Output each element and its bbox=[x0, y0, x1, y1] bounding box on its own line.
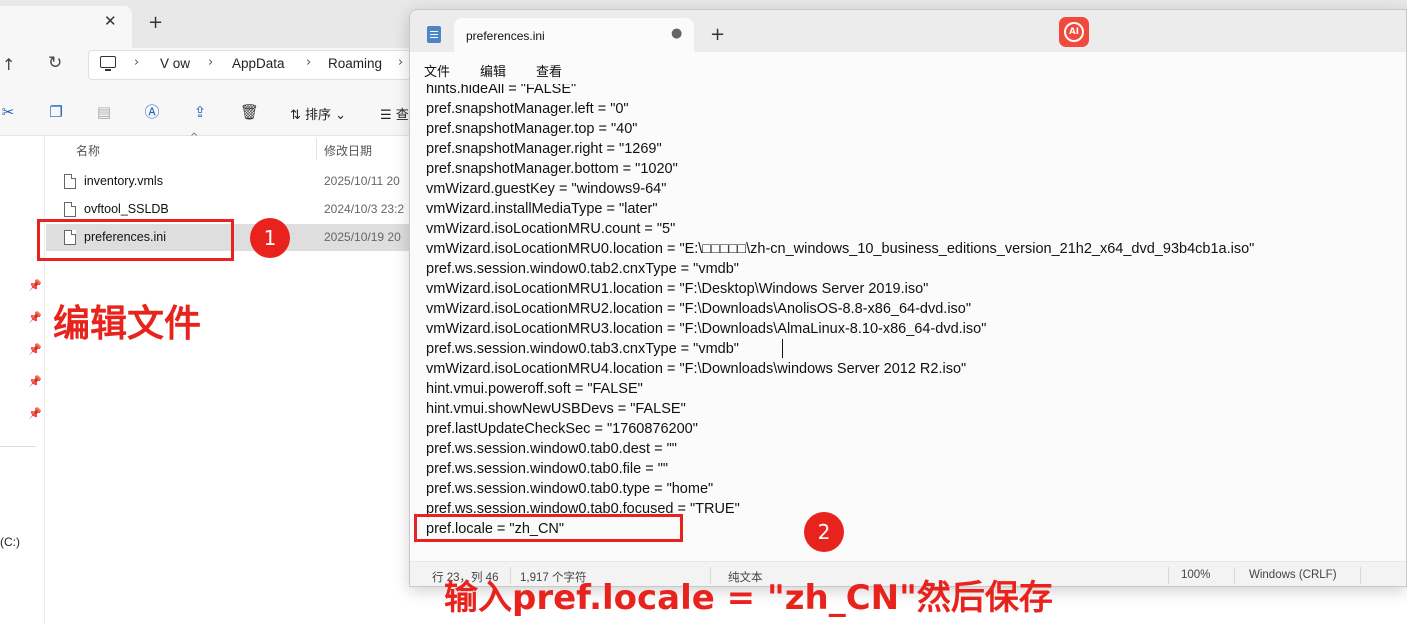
notepad-tab[interactable]: preferences.ini ● bbox=[454, 18, 694, 52]
file-icon bbox=[64, 174, 76, 189]
status-divider bbox=[1234, 567, 1235, 584]
rename-icon[interactable]: Ⓐ bbox=[144, 104, 160, 120]
text-line: hint.vmui.poweroff.soft = "FALSE" bbox=[426, 381, 643, 397]
status-zoom[interactable]: 100% bbox=[1181, 569, 1210, 581]
ai-assistant-icon[interactable]: AI bbox=[1059, 17, 1089, 47]
pin-icon[interactable]: 📌 bbox=[28, 407, 42, 420]
breadcrumb-roaming[interactable]: Roaming bbox=[328, 56, 382, 71]
menu-view[interactable]: 查看 bbox=[536, 61, 562, 80]
delete-icon[interactable]: 🗑 bbox=[240, 104, 259, 120]
text-line: hints.hideAll = "FALSE" bbox=[426, 84, 577, 97]
menu-file[interactable]: 文件 bbox=[424, 61, 450, 80]
text-line: vmWizard.isoLocationMRU4.location = "F:\… bbox=[426, 361, 967, 377]
file-date: 2025/10/19 20 bbox=[324, 230, 401, 244]
up-arrow-icon[interactable]: ↑ bbox=[2, 55, 15, 74]
column-header-modified[interactable]: 修改日期 bbox=[324, 142, 372, 170]
file-row[interactable]: inventory.vmls 2025/10/11 20 bbox=[46, 168, 410, 195]
chevron-right-icon: › bbox=[134, 55, 140, 70]
pin-icon[interactable]: 📌 bbox=[28, 311, 42, 324]
step-badge-2: 2 bbox=[804, 512, 844, 552]
computer-icon bbox=[100, 56, 116, 71]
refresh-icon[interactable]: ↻ bbox=[48, 53, 62, 73]
text-line: vmWizard.isoLocationMRU2.location = "F:\… bbox=[426, 301, 972, 317]
view-icon: ☰ bbox=[380, 108, 396, 123]
chevron-right-icon: › bbox=[306, 55, 312, 70]
chevron-right-icon: › bbox=[208, 55, 214, 70]
status-line-ending: Windows (CRLF) bbox=[1249, 569, 1337, 581]
status-divider bbox=[1168, 567, 1169, 584]
copy-icon[interactable]: ❐ bbox=[48, 104, 64, 120]
text-line: pref.snapshotManager.bottom = "1020" bbox=[426, 161, 678, 177]
text-line: hint.vmui.showNewUSBDevs = "FALSE" bbox=[426, 401, 686, 417]
sort-label: 排序 bbox=[305, 108, 332, 123]
step-badge-1: 1 bbox=[250, 218, 290, 258]
screenshot-root: ✕ + ↑ ↻ › V ow › AppData › Roaming › ✂ ❐… bbox=[0, 0, 1407, 624]
sort-button[interactable]: ⇅ 排序 ⌄ bbox=[290, 104, 346, 123]
view-label: 查 bbox=[395, 108, 409, 123]
file-date: 2025/10/11 20 bbox=[324, 174, 400, 188]
breadcrumb-user[interactable]: V ow bbox=[160, 56, 190, 71]
text-editor[interactable]: hints.hideAll = "FALSE" pref.snapshotMan… bbox=[410, 84, 1406, 560]
text-caret bbox=[782, 339, 783, 358]
text-line: vmWizard.isoLocationMRU3.location = "F:\… bbox=[426, 321, 987, 337]
text-line: pref.ws.session.window0.tab0.dest = "" bbox=[426, 441, 677, 457]
pin-icon[interactable]: 📌 bbox=[28, 343, 42, 356]
menu-edit[interactable]: 编辑 bbox=[480, 61, 506, 80]
menu-bar: 文件 编辑 查看 bbox=[410, 52, 1406, 84]
instruction-label: 输入pref.locale = "zh_CN"然后保存 bbox=[444, 578, 1053, 618]
column-divider[interactable] bbox=[316, 138, 317, 160]
text-line: vmWizard.guestKey = "windows9-64" bbox=[426, 181, 667, 197]
chevron-right-icon: › bbox=[398, 55, 404, 70]
column-header-name[interactable]: 名称 bbox=[76, 142, 100, 170]
notepad-tab-title: preferences.ini bbox=[466, 29, 545, 43]
sort-up-icon: ^ bbox=[190, 132, 199, 143]
drive-c-label[interactable]: (C:) bbox=[0, 535, 20, 549]
text-line: vmWizard.isoLocationMRU.count = "5" bbox=[426, 221, 676, 237]
text-line: pref.snapshotManager.left = "0" bbox=[426, 101, 629, 117]
pin-icon[interactable]: 📌 bbox=[28, 279, 42, 292]
unsaved-dot-icon[interactable]: ● bbox=[671, 26, 682, 41]
notepad-window: preferences.ini ● + AI 文件 编辑 查看 hints.hi… bbox=[409, 9, 1407, 587]
share-icon[interactable]: ⇪ bbox=[192, 104, 208, 120]
text-line: pref.lastUpdateCheckSec = "1760876200" bbox=[426, 421, 698, 437]
status-divider bbox=[1360, 567, 1361, 584]
text-line: pref.ws.session.window0.tab0.type = "hom… bbox=[426, 481, 714, 497]
text-line: pref.snapshotManager.right = "1269" bbox=[426, 141, 662, 157]
text-line: vmWizard.isoLocationMRU1.location = "F:\… bbox=[426, 281, 929, 297]
file-icon bbox=[64, 202, 76, 217]
cut-icon[interactable]: ✂ bbox=[0, 104, 16, 120]
view-button[interactable]: ☰ 查 bbox=[380, 104, 409, 123]
text-line: vmWizard.isoLocationMRU0.location = "E:\… bbox=[426, 241, 1255, 257]
new-tab-button[interactable]: + bbox=[148, 12, 163, 33]
ai-badge-label: AI bbox=[1064, 22, 1084, 42]
text-line: pref.ws.session.window0.tab0.file = "" bbox=[426, 461, 669, 477]
text-line: pref.ws.session.window0.tab3.cnxType = "… bbox=[426, 341, 739, 357]
highlight-box-file bbox=[37, 219, 234, 261]
nav-divider bbox=[0, 446, 36, 447]
close-icon[interactable]: ✕ bbox=[104, 12, 117, 30]
text-line: vmWizard.installMediaType = "later" bbox=[426, 201, 658, 217]
highlight-box-locale-line bbox=[414, 514, 683, 542]
edit-file-label: 编辑文件 bbox=[53, 302, 201, 345]
notepad-app-icon bbox=[427, 26, 441, 43]
pin-icon[interactable]: 📌 bbox=[28, 375, 42, 388]
new-tab-button[interactable]: + bbox=[710, 24, 725, 45]
text-line: pref.snapshotManager.top = "40" bbox=[426, 121, 638, 137]
breadcrumb-appdata[interactable]: AppData bbox=[232, 56, 285, 71]
sort-icon: ⇅ bbox=[290, 108, 306, 123]
file-name: ovftool_SSLDB bbox=[84, 202, 169, 216]
file-name: inventory.vmls bbox=[84, 174, 163, 188]
text-line: pref.ws.session.window0.tab2.cnxType = "… bbox=[426, 261, 739, 277]
file-date: 2024/10/3 23:2 bbox=[324, 202, 405, 216]
paste-icon[interactable]: ▤ bbox=[96, 104, 112, 120]
